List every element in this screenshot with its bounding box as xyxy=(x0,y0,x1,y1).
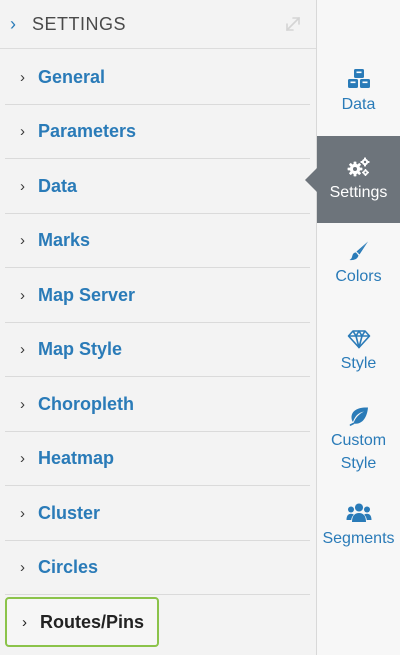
chevron-right-icon: › xyxy=(20,286,25,304)
tab-label: Colors xyxy=(335,268,382,285)
tab-label: Data xyxy=(341,96,376,113)
chevron-right-icon: › xyxy=(20,177,25,195)
settings-title: SETTINGS xyxy=(32,13,127,34)
tab-colors[interactable]: Colors xyxy=(317,232,400,296)
gears-icon xyxy=(347,156,371,181)
chevron-right-icon: › xyxy=(20,559,25,577)
tab-custom-style[interactable]: Custom Style xyxy=(317,398,400,482)
section-label: Routes/Pins xyxy=(40,611,145,632)
section-parameters[interactable]: › Parameters xyxy=(0,105,316,160)
paintbrush-icon xyxy=(348,240,370,265)
tab-label: Settings xyxy=(329,183,388,201)
tab-segments[interactable]: Segments xyxy=(317,496,400,556)
diamond-icon xyxy=(347,329,371,352)
tab-label: Custom Style xyxy=(330,431,387,472)
cubes-icon xyxy=(347,68,371,93)
section-map-server[interactable]: › Map Server xyxy=(0,268,316,323)
leaf-icon xyxy=(348,406,370,429)
settings-editor: › SETTINGS › General › Parameters › Data… xyxy=(0,0,400,655)
tab-label: Segments xyxy=(322,530,395,547)
users-icon xyxy=(346,502,372,527)
tab-data[interactable]: Data xyxy=(317,60,400,124)
section-label: Map Server xyxy=(38,284,136,305)
section-cluster[interactable]: › Cluster xyxy=(0,486,316,541)
section-label: Map Style xyxy=(38,339,123,360)
expand-diagonal-icon[interactable] xyxy=(283,14,303,34)
section-map-style[interactable]: › Map Style xyxy=(0,323,316,378)
chevron-right-icon: › xyxy=(20,450,25,468)
section-label: Parameters xyxy=(38,121,137,142)
chevron-right-icon: › xyxy=(20,232,25,250)
chevron-right-icon: › xyxy=(20,504,25,522)
chevron-right-icon: › xyxy=(20,123,25,141)
section-label: General xyxy=(38,66,106,87)
section-label: Data xyxy=(38,175,78,196)
chevron-right-icon: › xyxy=(22,613,27,631)
section-general[interactable]: › General xyxy=(0,50,316,105)
section-circles[interactable]: › Circles xyxy=(0,541,316,596)
chevron-right-icon: › xyxy=(20,341,25,359)
chevron-right-icon: › xyxy=(10,13,16,34)
section-label: Cluster xyxy=(38,502,101,523)
tab-settings[interactable]: Settings xyxy=(305,136,400,223)
section-label: Marks xyxy=(38,230,91,251)
tab-label: Style xyxy=(340,355,377,372)
tab-style[interactable]: Style xyxy=(317,320,400,384)
section-label: Heatmap xyxy=(38,448,115,469)
chevron-right-icon: › xyxy=(20,68,25,86)
section-label: Choropleth xyxy=(38,393,134,414)
tab-rail: Data Settings Colors Style Custom Style … xyxy=(305,0,400,655)
settings-section-list: › General › Parameters › Data › Marks › … xyxy=(0,50,316,647)
section-marks[interactable]: › Marks xyxy=(0,214,316,269)
section-label: Circles xyxy=(38,557,99,578)
settings-header[interactable]: › SETTINGS xyxy=(0,0,316,49)
chevron-right-icon: › xyxy=(20,395,25,413)
section-data[interactable]: › Data xyxy=(0,159,316,214)
settings-panel: › SETTINGS › General › Parameters › Data… xyxy=(0,0,317,655)
section-heatmap[interactable]: › Heatmap xyxy=(0,432,316,487)
section-choropleth[interactable]: › Choropleth xyxy=(0,377,316,432)
section-routes-pins[interactable]: › Routes/Pins xyxy=(5,597,159,647)
